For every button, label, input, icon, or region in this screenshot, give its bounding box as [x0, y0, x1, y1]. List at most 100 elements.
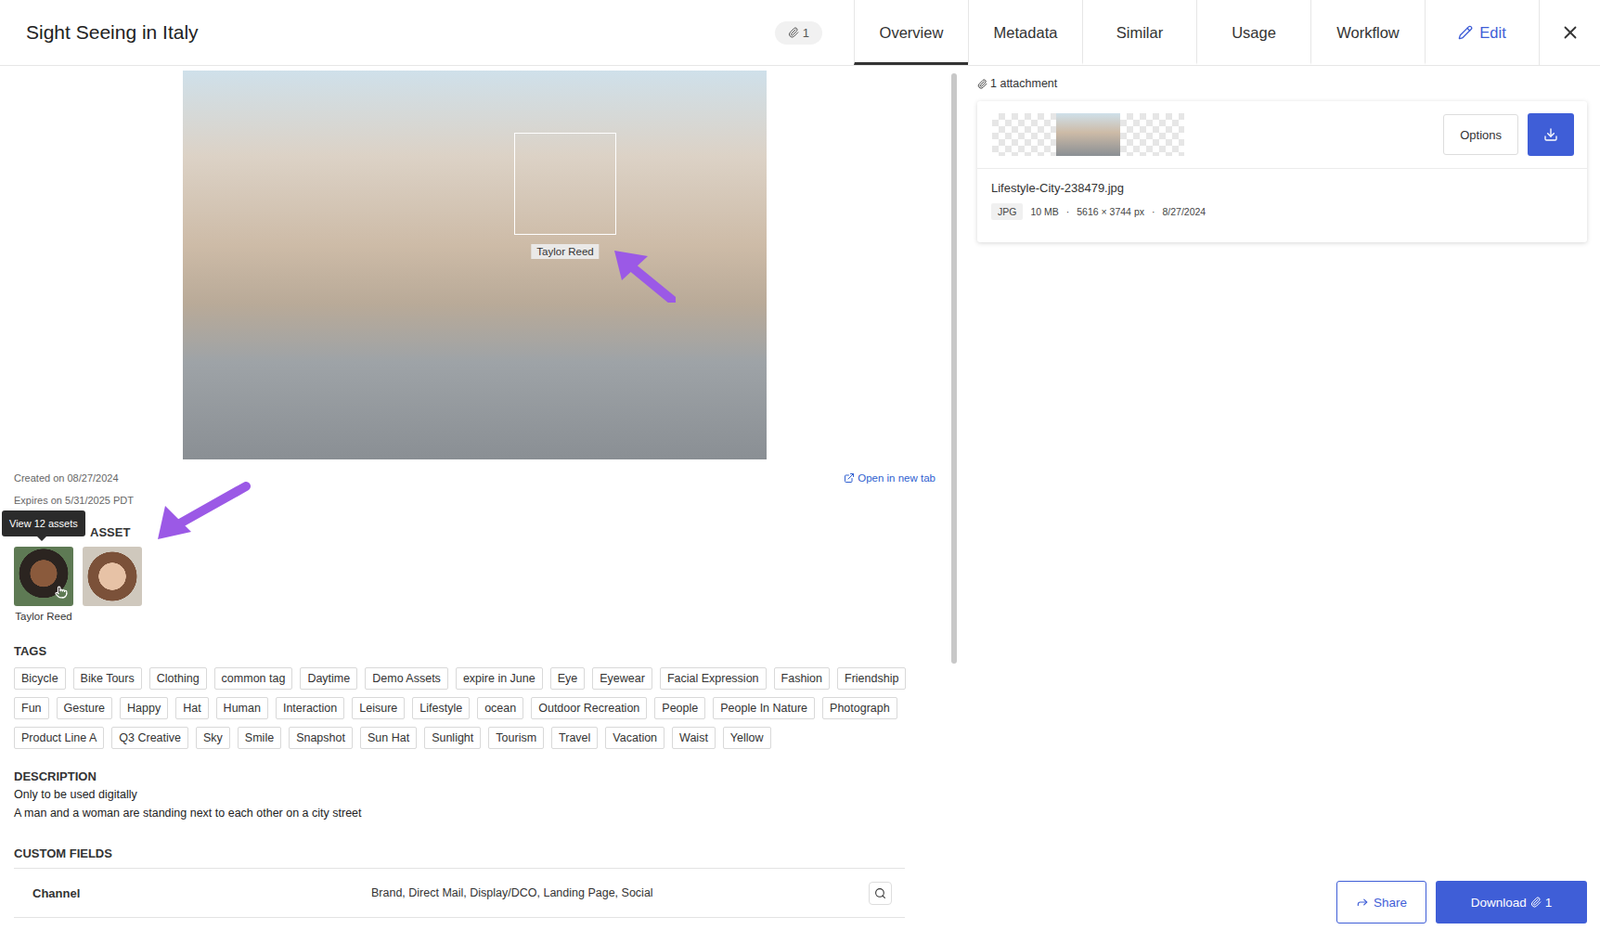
tag[interactable]: Eyewear	[592, 667, 653, 690]
field-name: Channel	[32, 886, 372, 901]
people-section: View 12 assetsASSET Taylor Reed	[13, 522, 936, 622]
separator: ·	[1151, 206, 1156, 218]
download-button[interactable]: Download1	[1435, 880, 1588, 924]
file-size: 10 MB	[1030, 206, 1059, 218]
attachment-count-badge[interactable]: 1	[774, 21, 823, 45]
tag[interactable]: Bicycle	[13, 667, 66, 690]
arrow-icon	[157, 481, 251, 542]
tab-label: Usage	[1231, 24, 1277, 42]
options-button[interactable]: Options	[1443, 114, 1519, 155]
attachment-thumbnail	[1056, 113, 1121, 156]
thumbnail-strip[interactable]	[992, 113, 1185, 156]
separator: ·	[1066, 206, 1071, 218]
tag[interactable]: Interaction	[275, 696, 345, 720]
download-count: 1	[1545, 895, 1553, 910]
tag[interactable]: People In Nature	[712, 696, 815, 720]
tag[interactable]: Happy	[119, 696, 168, 720]
tag[interactable]: Bike Tours	[73, 667, 142, 690]
tag[interactable]: Travel	[551, 726, 598, 749]
tab[interactable]: Similar	[1082, 0, 1197, 65]
people-heading-row: View 12 assetsASSET	[13, 522, 936, 542]
transparent-placeholder	[1120, 113, 1185, 156]
search-icon	[874, 887, 887, 900]
tab[interactable]: Workflow	[1310, 0, 1425, 65]
open-new-tab-link[interactable]: Open in new tab	[843, 466, 936, 490]
download-attachment-button[interactable]	[1527, 113, 1575, 156]
tag[interactable]: Vacation	[605, 726, 665, 749]
file-date: 8/27/2024	[1161, 206, 1206, 218]
tag[interactable]: ocean	[477, 696, 524, 720]
attachment-card-top: Options	[977, 101, 1588, 169]
tag[interactable]: Clothing	[149, 667, 207, 690]
arrow-icon	[614, 250, 676, 303]
custom-fields-table: ChannelBrand, Direct Mail, Display/DCO, …	[13, 867, 905, 918]
tags-heading: TAGS	[13, 644, 936, 659]
external-link-icon	[843, 472, 855, 484]
tab-label: Metadata	[993, 24, 1059, 42]
tag[interactable]: expire in June	[455, 667, 543, 690]
file-dimensions: 5616 × 3744 px	[1076, 206, 1145, 218]
tag[interactable]: Fashion	[774, 667, 830, 690]
tab[interactable]: Edit	[1424, 0, 1539, 65]
file-name: Lifestyle-City-238479.jpg	[991, 180, 1574, 195]
tag[interactable]: Leisure	[351, 696, 405, 720]
asset-detail-page: Sight Seeing in Italy1Overview Metadata Si…	[0, 0, 1600, 930]
person-name: Taylor Reed	[14, 610, 72, 622]
tag[interactable]: Snapshot	[288, 726, 353, 749]
expiry-date: Expires on 5/31/2025 PDT	[13, 489, 134, 512]
paperclip-icon	[1530, 896, 1542, 908]
tag[interactable]: Hat	[175, 696, 208, 720]
tag[interactable]: Sky	[195, 726, 231, 749]
pointer-icon	[54, 585, 68, 603]
field-value: Brand, Direct Mail, Display/DCO, Landing…	[371, 886, 869, 900]
tag[interactable]: Human	[216, 696, 269, 720]
asset-photo: Taylor Reed	[182, 70, 767, 460]
body: Taylor ReedCreated on 08/27/2024Expires …	[0, 65, 1600, 930]
attachment-count: 1	[802, 25, 810, 40]
person-thumbnail[interactable]	[13, 546, 74, 607]
tag[interactable]: Lifestyle	[412, 696, 470, 720]
tag[interactable]: People	[654, 696, 706, 720]
tag[interactable]: Sunlight	[424, 726, 481, 749]
person[interactable]	[82, 546, 142, 607]
title-area: Sight Seeing in Italy1	[0, 0, 854, 65]
face-box[interactable]	[514, 132, 617, 235]
tag[interactable]: Sun Hat	[360, 726, 417, 749]
person[interactable]: Taylor Reed	[13, 546, 74, 622]
tag[interactable]: Gesture	[56, 696, 113, 720]
tag[interactable]: Yellow	[722, 726, 772, 749]
tag[interactable]: Outdoor Recreation	[530, 696, 647, 720]
people-heading: ASSET	[90, 525, 130, 540]
custom-fields-heading: CUSTOM FIELDS	[13, 846, 936, 861]
tag[interactable]: Eye	[550, 667, 586, 690]
tab[interactable]: Usage	[1196, 0, 1311, 65]
tag[interactable]: Facial Expression	[659, 667, 767, 690]
close-button[interactable]	[1538, 0, 1600, 65]
paperclip-icon	[787, 26, 800, 39]
tag[interactable]: Tourism	[488, 726, 544, 749]
transparent-placeholder	[992, 113, 1057, 156]
download-icon	[1543, 127, 1559, 142]
scrollbar[interactable]	[951, 73, 957, 664]
file-meta: JPG10 MB·5616 × 3744 px·8/27/2024	[991, 203, 1574, 220]
tab-label: Edit	[1479, 24, 1506, 42]
tag[interactable]: Friendship	[837, 667, 906, 690]
preview-pane: Taylor ReedCreated on 08/27/2024Expires …	[0, 65, 961, 930]
face-label: Taylor Reed	[530, 244, 599, 259]
tag[interactable]: Smile	[237, 726, 282, 749]
tag[interactable]: Waist	[671, 726, 716, 749]
custom-field-row: ChannelBrand, Direct Mail, Display/DCO, …	[13, 868, 905, 918]
person-thumbnail[interactable]	[82, 546, 142, 607]
tab[interactable]: Metadata	[967, 0, 1083, 65]
tab[interactable]: Overview	[853, 0, 968, 65]
search-button[interactable]	[868, 881, 892, 905]
people-list: Taylor Reed	[13, 546, 936, 622]
share-button[interactable]: Share	[1336, 880, 1427, 924]
tag[interactable]: Fun	[13, 696, 50, 720]
tag[interactable]: Demo Assets	[364, 667, 449, 690]
tag[interactable]: Photograph	[822, 696, 898, 720]
tag[interactable]: common tag	[214, 667, 294, 690]
tag[interactable]: Daytime	[299, 667, 358, 690]
tag[interactable]: Q3 Creative	[111, 726, 189, 749]
tag[interactable]: Product Line A	[13, 726, 104, 749]
